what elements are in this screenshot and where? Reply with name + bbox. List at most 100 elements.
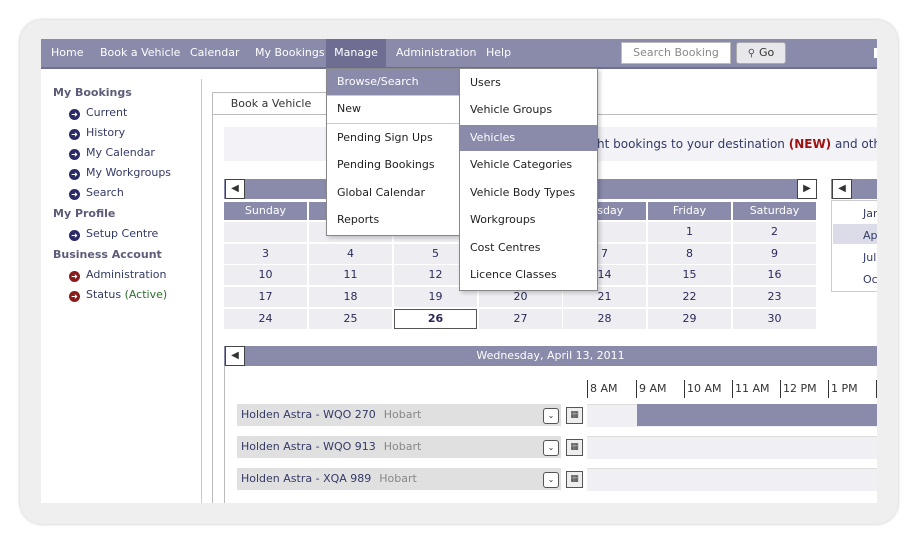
menu-global-calendar[interactable]: Global Calendar	[327, 180, 461, 206]
submenu-vehicles[interactable]: Vehicles	[460, 125, 597, 151]
arrow-icon: ➜	[69, 291, 80, 302]
my-profile-heading: My Profile	[53, 207, 116, 220]
nav-tail	[874, 48, 877, 58]
timeline-row[interactable]	[587, 436, 877, 459]
time-label: 9 AM	[639, 382, 667, 395]
sidebar-item-setup-centre[interactable]: ➜ Setup Centre	[69, 227, 158, 241]
calendar-day[interactable]: 29	[648, 309, 731, 329]
submenu-licence-classes[interactable]: Licence Classes	[460, 262, 597, 288]
schedule-date-header: Wednesday, April 13, 2011	[224, 346, 877, 366]
time-tick	[587, 380, 588, 398]
weekday-header: Friday	[648, 202, 731, 220]
calendar-day[interactable]: 18	[309, 287, 392, 307]
calendar-day[interactable]: 8	[648, 244, 731, 264]
search-booking-input[interactable]: Search Booking	[621, 42, 731, 64]
sidebar-item-label: My Workgroups	[86, 166, 172, 179]
nav-help[interactable]: Help	[486, 39, 511, 67]
submenu-workgroups[interactable]: Workgroups	[460, 207, 597, 233]
calendar-day[interactable]: 26	[394, 309, 477, 329]
vehicle-location: Hobart	[383, 440, 422, 453]
sidebar-item-label: Current	[86, 106, 128, 119]
expand-icon[interactable]: ⌄	[543, 472, 559, 488]
calendar-day[interactable]: 9	[733, 244, 816, 264]
calendar-icon[interactable]: ▦	[566, 471, 583, 488]
sidebar-item-label: My Calendar	[86, 146, 155, 159]
calendar-day[interactable]: 23	[733, 287, 816, 307]
prev-month-button[interactable]: ◀	[225, 179, 245, 199]
menu-pending-bookings[interactable]: Pending Bookings	[327, 152, 461, 178]
mini-prev-button[interactable]: ◀	[832, 179, 852, 199]
calendar-day[interactable]: 2	[733, 222, 816, 242]
calendar-day[interactable]: 3	[224, 244, 307, 264]
calendar-day[interactable]: 22	[648, 287, 731, 307]
calendar-day[interactable]: 15	[648, 265, 731, 285]
calendar-day[interactable]: 30	[733, 309, 816, 329]
timeline-row[interactable]	[587, 468, 877, 491]
vehicle-location: Hobart	[383, 408, 422, 421]
go-label: Go	[759, 46, 775, 59]
calendar-day[interactable]: 25	[309, 309, 392, 329]
sidebar-item-my-calendar[interactable]: ➜ My Calendar	[69, 146, 155, 160]
banner-after: and other	[834, 137, 877, 151]
arrow-icon: ➜	[69, 189, 80, 200]
menu-pending-sign-ups[interactable]: Pending Sign Ups	[327, 125, 461, 151]
vehicle-name: Holden Astra - XQA 989	[241, 472, 372, 485]
menu-reports[interactable]: Reports	[327, 207, 461, 233]
time-tick	[780, 380, 781, 398]
sidebar-item-administration[interactable]: ➜ Administration	[69, 268, 167, 282]
nav-administration[interactable]: Administration	[396, 39, 477, 67]
calendar-day[interactable]: 11	[309, 265, 392, 285]
calendar-icon[interactable]: ▦	[566, 439, 583, 456]
sidebar-item-current[interactable]: ➜ Current	[69, 106, 127, 120]
time-label: 8 AM	[590, 382, 618, 395]
arrow-icon: ➜	[69, 230, 80, 241]
go-button[interactable]: ⚲ Go	[736, 42, 786, 64]
calendar-icon[interactable]: ▦	[566, 407, 583, 424]
submenu-vehicle-body-types[interactable]: Vehicle Body Types	[460, 180, 597, 206]
submenu-vehicle-categories[interactable]: Vehicle Categories	[460, 152, 597, 178]
nav-manage[interactable]: Manage	[326, 39, 386, 67]
submenu-vehicle-groups[interactable]: Vehicle Groups	[460, 97, 597, 123]
submenu-cost-centres[interactable]: Cost Centres	[460, 235, 597, 261]
calendar-day[interactable]: 27	[479, 309, 562, 329]
sidebar-item-status[interactable]: ➜ Status (Active)	[69, 288, 167, 302]
prev-day-button[interactable]: ◀	[225, 346, 245, 366]
sidebar-item-label: Search	[86, 186, 124, 199]
sidebar-item-history[interactable]: ➜ History	[69, 126, 125, 140]
nav-calendar[interactable]: Calendar	[190, 39, 239, 67]
calendar-day[interactable]: 28	[563, 309, 646, 329]
expand-icon[interactable]: ⌄	[543, 408, 559, 424]
new-badge: (NEW)	[788, 137, 832, 151]
time-label: 10 AM	[687, 382, 722, 395]
sidebar-item-my-workgroups[interactable]: ➜ My Workgroups	[69, 166, 171, 180]
vehicle-name: Holden Astra - WQO 270	[241, 408, 376, 421]
search-icon: ⚲	[747, 48, 756, 59]
booked-block[interactable]	[637, 404, 877, 426]
sidebar: My Bookings ➜ Current ➜ History ➜ My Calend…	[41, 79, 202, 503]
tab-book-a-vehicle[interactable]: Book a Vehicle	[212, 92, 330, 114]
calendar-day[interactable]: 1	[648, 222, 731, 242]
next-month-button[interactable]: ▶	[797, 179, 817, 199]
arrow-icon: ➜	[69, 129, 80, 140]
calendar-day[interactable]: 10	[224, 265, 307, 285]
nav-home[interactable]: Home	[51, 39, 83, 67]
mini-month-oct[interactable]: Oct	[863, 273, 877, 286]
mini-month-apr[interactable]: Apr	[863, 229, 877, 242]
time-tick	[636, 380, 637, 398]
vehicle-row: Holden Astra - WQO 270 Hobart	[237, 404, 561, 426]
mini-month-jul[interactable]: Jul	[863, 251, 876, 264]
calendar-day[interactable]: 16	[733, 265, 816, 285]
banner-before: ht bookings to your destination	[597, 137, 789, 151]
submenu-users[interactable]: Users	[460, 70, 597, 96]
calendar-day[interactable]: 17	[224, 287, 307, 307]
manage-menu: Browse/Search New Pending Sign Ups Pendi…	[326, 68, 462, 236]
calendar-day[interactable]: 4	[309, 244, 392, 264]
mini-month-jan[interactable]: Jan	[863, 207, 877, 220]
expand-icon[interactable]: ⌄	[543, 440, 559, 456]
sidebar-item-search[interactable]: ➜ Search	[69, 186, 124, 200]
menu-new[interactable]: New	[327, 96, 461, 122]
menu-browse-search[interactable]: Browse/Search	[327, 69, 461, 95]
nav-my-bookings[interactable]: My Bookings	[255, 39, 325, 67]
nav-book-a-vehicle[interactable]: Book a Vehicle	[100, 39, 180, 67]
calendar-day[interactable]: 24	[224, 309, 307, 329]
